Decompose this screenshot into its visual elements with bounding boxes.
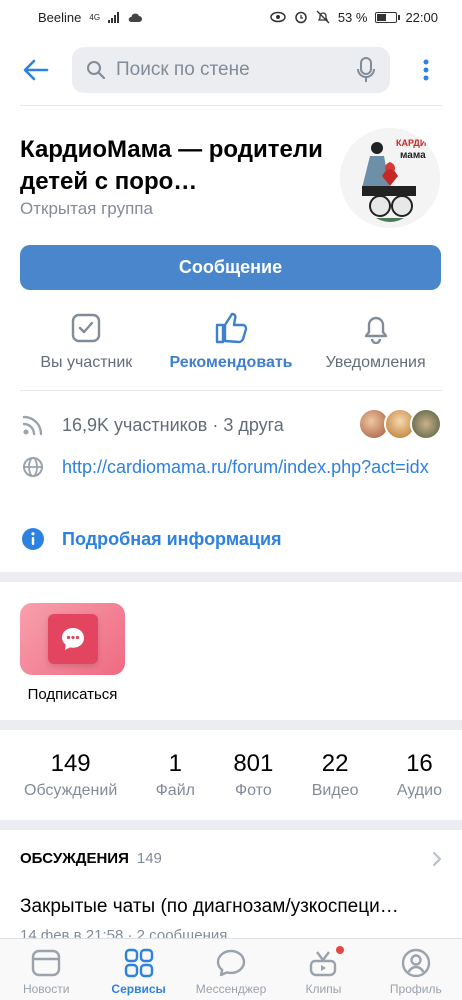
bell-icon — [364, 316, 387, 344]
back-button[interactable] — [0, 38, 72, 102]
eye-icon — [270, 11, 286, 23]
member-action[interactable]: Вы участник — [16, 310, 156, 380]
counter-discussions[interactable]: 149 Обсуждений — [24, 750, 117, 800]
search-input[interactable]: Поиск по стене — [72, 47, 390, 93]
group-name: КардиоМама — родители детей с поро… — [20, 136, 323, 195]
clips-icon — [310, 950, 337, 976]
counter-videos[interactable]: 22 Видео — [312, 750, 359, 800]
news-icon — [32, 949, 61, 976]
subscribe-label: Подписаться — [27, 686, 118, 703]
members-count: 16,9K участников · 3 друга — [62, 415, 284, 435]
notifications-action[interactable]: Уведомления — [306, 310, 446, 380]
search-icon — [87, 61, 106, 80]
counter-value: 149 — [50, 750, 91, 777]
search-placeholder: Поиск по стене — [116, 59, 250, 80]
counter-label: Аудио — [396, 782, 442, 799]
tab-label: Новости — [22, 981, 70, 996]
counter-files[interactable]: 1 Файл — [156, 750, 195, 800]
section-separator — [0, 820, 462, 830]
counter-label: Видео — [311, 782, 359, 799]
group-type: Открытая группа — [20, 199, 153, 218]
counter-value: 801 — [233, 750, 274, 777]
bottom-tab-bar: Новости Сервисы Мессенджер Клипы Профиль — [0, 938, 462, 1000]
counter-value: 22 — [321, 750, 349, 777]
alarm-icon — [295, 11, 307, 24]
tab-messenger[interactable]: Мессенджер — [185, 939, 277, 1000]
more-info-link[interactable]: Подробная информация — [62, 526, 282, 552]
cloud-icon — [128, 13, 143, 22]
counter-photos[interactable]: 801 Фото — [233, 750, 273, 800]
microphone-icon[interactable] — [356, 57, 376, 83]
counter-audio[interactable]: 16 Аудио — [397, 750, 442, 800]
counter-value: 1 — [168, 750, 182, 777]
section-separator — [0, 720, 462, 730]
more-vertical-icon — [423, 59, 429, 81]
more-menu-button[interactable] — [390, 38, 462, 102]
rss-icon — [22, 415, 43, 436]
section-separator — [0, 572, 462, 582]
friend-avatars[interactable] — [358, 408, 442, 440]
chat-bubble-icon — [61, 628, 84, 650]
svg-text:мама: мама — [400, 150, 426, 161]
tab-label: Сервисы — [111, 981, 166, 996]
status-bar: Beeline 4G 53 % 22:00 — [0, 0, 462, 34]
notifications-label: Уведомления — [325, 354, 426, 371]
discussions-title: ОБСУЖДЕНИЯ — [20, 850, 129, 867]
logo-text: КАРДИО — [396, 138, 433, 148]
link-row[interactable]: http://cardiomama.ru/forum/index.php?act… — [20, 454, 442, 480]
tab-profile[interactable]: Профиль — [370, 939, 462, 1000]
discussions-header[interactable]: ОБСУЖДЕНИЯ 149 — [20, 850, 442, 867]
signal-icon — [108, 11, 120, 23]
clock: 22:00 — [405, 9, 438, 25]
battery-icon — [375, 11, 401, 23]
counter-label: Обсуждений — [24, 782, 118, 799]
counter-label: Фото — [234, 782, 272, 799]
top-bar: Поиск по стене — [0, 38, 462, 102]
avatar — [410, 408, 442, 440]
counter-label: Файл — [155, 782, 195, 799]
notification-dot — [336, 945, 345, 954]
group-logo: КАРДИО мама — [340, 128, 440, 228]
more-info-row[interactable]: Подробная информация — [20, 526, 442, 552]
divider — [20, 390, 442, 391]
chevron-right-icon — [432, 851, 442, 866]
discussions-count: 149 — [136, 850, 162, 867]
tab-news[interactable]: Новости — [0, 939, 92, 1000]
recommend-action[interactable]: Рекомендовать — [161, 310, 301, 380]
arrow-left-icon — [23, 59, 49, 81]
subscribe-tile[interactable] — [20, 603, 125, 675]
tab-services[interactable]: Сервисы — [92, 939, 184, 1000]
network-label: 4G — [89, 12, 101, 22]
tab-label: Профиль — [389, 981, 442, 996]
tab-label: Клипы — [305, 981, 342, 996]
battery-percent: 53 % — [337, 9, 368, 25]
discussion-item-title[interactable]: Закрытые чаты (по диагнозам/узкоспеци… — [20, 896, 445, 918]
tab-label: Мессенджер — [195, 981, 267, 996]
message-button[interactable]: Сообщение — [20, 245, 441, 290]
tab-clips[interactable]: Клипы — [277, 939, 369, 1000]
counter-value: 16 — [406, 750, 433, 777]
website-link[interactable]: http://cardiomama.ru/forum/index.php?act… — [62, 454, 442, 480]
group-actions: Вы участник Рекомендовать Уведомления — [0, 310, 462, 380]
globe-icon — [23, 457, 43, 477]
services-icon — [124, 948, 153, 977]
recommend-label: Рекомендовать — [169, 354, 293, 371]
divider — [20, 105, 442, 106]
carrier-label: Beeline — [38, 9, 82, 25]
group-avatar[interactable]: КАРДИО мама — [340, 128, 440, 228]
counters-row: 149 Обсуждений 1 Файл 801 Фото 22 Видео … — [24, 750, 442, 800]
profile-icon — [401, 948, 431, 977]
messenger-icon — [216, 949, 246, 976]
member-label: Вы участник — [40, 354, 133, 371]
check-square-icon — [72, 313, 101, 343]
info-icon — [22, 528, 44, 550]
mute-icon — [316, 10, 330, 24]
thumb-up-icon — [215, 312, 248, 344]
